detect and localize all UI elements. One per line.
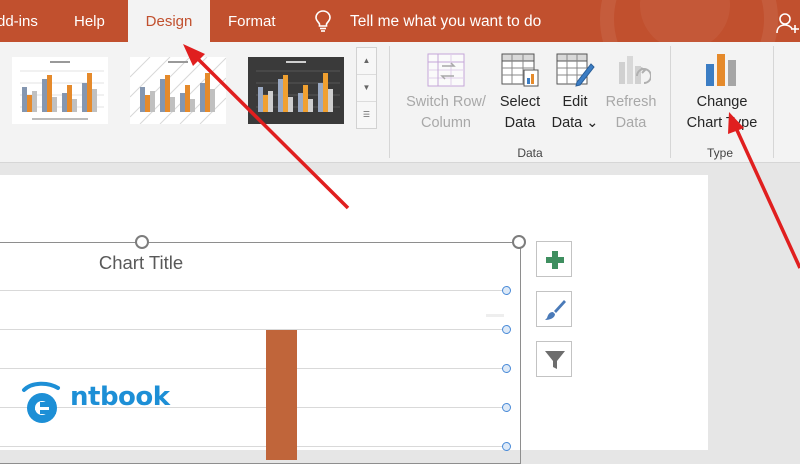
refresh-data-label: Refresh Data bbox=[605, 94, 657, 131]
gallery-scrollbar[interactable]: ▲ ▼ ☰ bbox=[356, 47, 377, 129]
plot-area-handle[interactable] bbox=[502, 364, 511, 373]
paintbrush-icon bbox=[545, 300, 566, 320]
plot-area-handle[interactable] bbox=[502, 325, 511, 334]
chart-label-placeholder bbox=[486, 314, 504, 317]
refresh-data-icon bbox=[619, 56, 651, 84]
group-separator bbox=[670, 46, 671, 158]
gallery-more-icon[interactable]: ☰ bbox=[357, 102, 376, 128]
chart-title[interactable]: Chart Title bbox=[0, 252, 282, 274]
tab-format[interactable]: Format bbox=[228, 0, 276, 42]
resize-handle-top-right[interactable] bbox=[512, 235, 526, 249]
gallery-scroll-down-icon[interactable]: ▼ bbox=[357, 75, 376, 102]
chart-style-thumbnail-3[interactable] bbox=[248, 57, 344, 124]
edit-data-label: Edit Data ⌄ bbox=[551, 94, 599, 131]
plus-icon bbox=[546, 251, 564, 269]
gridline bbox=[0, 290, 508, 291]
change-chart-type-button[interactable]: Change Chart Type bbox=[678, 52, 766, 134]
group-separator bbox=[389, 46, 390, 158]
select-data-icon bbox=[501, 53, 539, 87]
change-chart-type-label: Change Chart Type bbox=[686, 94, 758, 131]
select-data-label: Select Data bbox=[499, 94, 541, 131]
select-data-button[interactable]: Select Data bbox=[494, 52, 546, 134]
share-user-icon[interactable] bbox=[776, 12, 800, 34]
ribbon-tab-bar: dd-ins Help Design Format Tell me what y… bbox=[0, 0, 800, 42]
data-group-label: Data bbox=[517, 146, 543, 160]
logo-text: ntbook bbox=[70, 382, 170, 412]
edit-data-button[interactable]: Edit Data ⌄ bbox=[548, 52, 602, 134]
ntbook-logo: ntbook bbox=[18, 380, 170, 430]
gridline bbox=[0, 329, 508, 330]
chart-style-thumbnail-2[interactable] bbox=[129, 56, 227, 125]
lightbulb-icon bbox=[315, 10, 331, 32]
plot-area-handle[interactable] bbox=[502, 286, 511, 295]
chart-filters-button[interactable] bbox=[536, 341, 572, 377]
ribbon-panel: ▲ ▼ ☰ Switch Row/ Column Select Data Edi… bbox=[0, 42, 800, 163]
switch-row-column-button[interactable]: Switch Row/ Column bbox=[400, 52, 492, 134]
chart-area[interactable] bbox=[0, 242, 521, 464]
tab-add-ins[interactable]: dd-ins bbox=[0, 0, 38, 42]
change-chart-type-icon bbox=[706, 54, 736, 86]
tell-me-text: Tell me what you want to do bbox=[350, 13, 542, 30]
refresh-data-button[interactable]: Refresh Data bbox=[602, 52, 660, 134]
gallery-scroll-up-icon[interactable]: ▲ bbox=[357, 48, 376, 75]
tab-help[interactable]: Help bbox=[74, 0, 105, 42]
group-separator bbox=[773, 46, 774, 158]
gridline bbox=[0, 368, 508, 369]
tab-design[interactable]: Design bbox=[128, 0, 210, 42]
switch-row-column-icon bbox=[427, 53, 465, 87]
gridline bbox=[0, 446, 508, 447]
chart-elements-button[interactable] bbox=[536, 241, 572, 277]
chart-style-thumbnail-1[interactable] bbox=[12, 57, 108, 124]
type-group-label: Type bbox=[706, 146, 733, 160]
resize-handle-top[interactable] bbox=[135, 235, 149, 249]
chart-styles-button[interactable] bbox=[536, 291, 572, 327]
switch-row-column-label: Switch Row/ Column bbox=[406, 94, 486, 131]
edit-data-icon bbox=[556, 53, 595, 87]
chart-bar[interactable] bbox=[266, 330, 297, 460]
filter-icon bbox=[545, 351, 565, 369]
plot-area-handle[interactable] bbox=[502, 403, 511, 412]
decor-circle bbox=[640, 0, 730, 42]
